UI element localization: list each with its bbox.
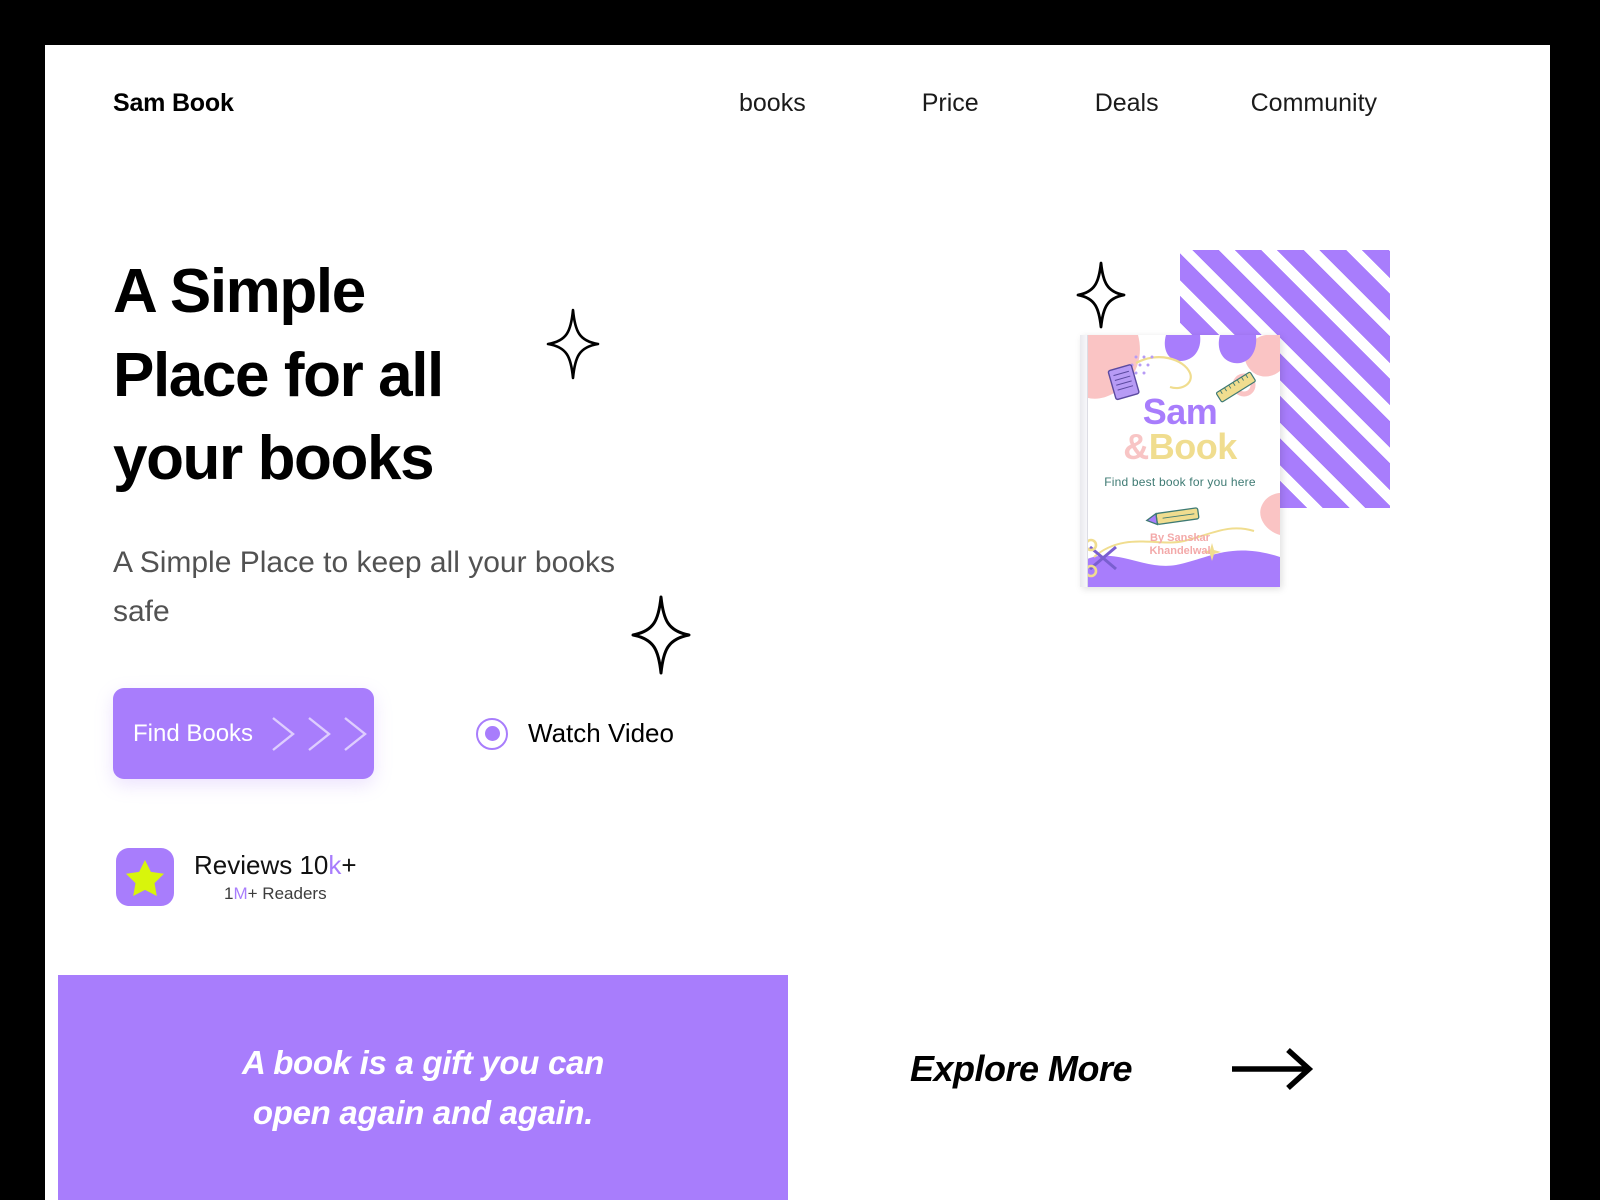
quote-line-2: open again and again. [252, 1093, 594, 1131]
book-cover-image: Sam &Book Find best book for you here By… [1080, 335, 1280, 587]
watch-video-label: Watch Video [528, 718, 674, 748]
hero-subtitle: A Simple Place to keep all your books sa… [113, 546, 615, 628]
nav-item-price[interactable]: Price [922, 89, 979, 118]
play-circle-icon [476, 717, 508, 750]
page-card: Sam Book books Price Deals Community A S… [45, 45, 1550, 1200]
find-books-button[interactable]: Find Books [113, 688, 374, 779]
site-header: Sam Book books Price Deals Community [45, 45, 1550, 165]
explore-more-label: Explore More [910, 1048, 1133, 1089]
quote-banner: A book is a gift you can open again and … [58, 975, 788, 1200]
reviews-count-highlight: k [328, 850, 342, 880]
readers-count: 1M+ Readers [194, 884, 357, 904]
nav-item-books[interactable]: books [739, 89, 806, 118]
cover-tagline: Find best book for you here [1104, 475, 1256, 489]
nav-item-community[interactable]: Community [1251, 89, 1377, 118]
watch-video-button[interactable]: Watch Video [476, 717, 674, 750]
reviews-count-suffix: + [341, 850, 357, 880]
sparkle-icon [545, 307, 601, 386]
cover-title-book: Book [1148, 426, 1238, 467]
cover-title-row2: &Book [1080, 429, 1280, 465]
cover-title-sam: Sam [1142, 391, 1218, 432]
explore-more-button[interactable]: Explore More [910, 1045, 1316, 1093]
cover-author: By Sanskar Khandelwal [1080, 532, 1280, 559]
nav-item-deals[interactable]: Deals [1095, 89, 1159, 118]
cover-ampersand: & [1123, 426, 1149, 467]
reviews-count: Reviews 10k+ [194, 850, 357, 881]
arrow-right-icon [1230, 1045, 1316, 1093]
star-badge [116, 848, 174, 906]
reviews-text-block: Reviews 10k+ 1M+ Readers [194, 850, 357, 904]
book-hero-artwork: Sam &Book Find best book for you here By… [1055, 205, 1390, 605]
quote-line-1: A book is a gift you can [242, 1044, 604, 1081]
hero-text-block: A Simple Place for all your books A Simp… [113, 250, 733, 636]
main-nav: books Price Deals Community [705, 89, 1377, 118]
star-icon [126, 860, 164, 896]
reviews-count-prefix: Reviews 10 [194, 850, 329, 880]
chevron-right-icon [265, 710, 383, 758]
heading-line-1: A Simple [113, 257, 366, 326]
heading-line-3: your books [113, 424, 435, 494]
cta-row: Find Books Watch Video [113, 688, 674, 779]
sparkle-icon [630, 594, 692, 681]
readers-highlight: M [233, 884, 248, 903]
quote-text: A book is a gift you can open again and … [242, 1038, 604, 1137]
brand-logo[interactable]: Sam Book [113, 89, 234, 118]
page-title: A Simple Place for all your books [113, 250, 733, 501]
readers-suffix: + Readers [247, 884, 327, 903]
find-books-label: Find Books [133, 719, 254, 747]
cover-author-line-1: By Sanskar [1150, 532, 1210, 544]
reviews-badge-group: Reviews 10k+ 1M+ Readers [116, 848, 357, 906]
cover-author-line-2: Khandelwal [1149, 545, 1211, 558]
heading-line-2: Place for all [113, 340, 444, 410]
